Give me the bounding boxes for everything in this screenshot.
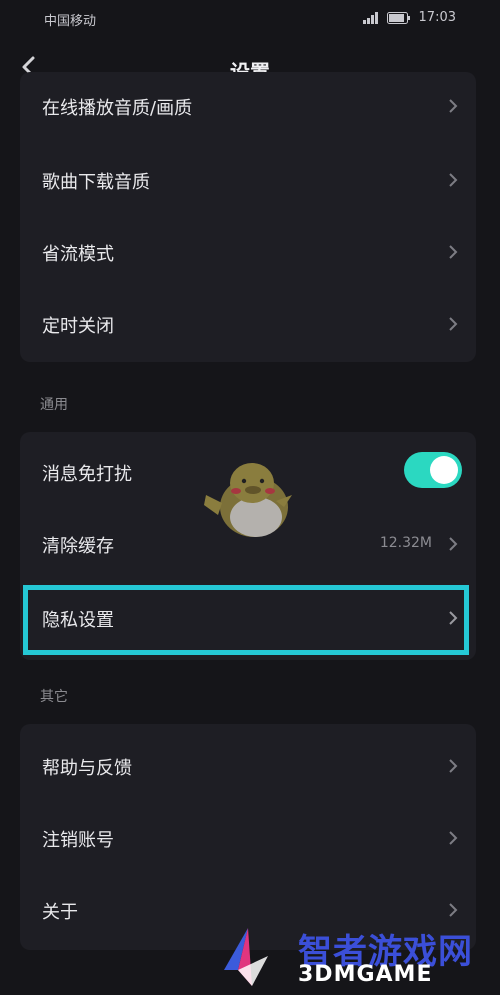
chevron-right-icon <box>449 759 458 773</box>
site-watermark: 智者游戏网 3DMGAME <box>210 918 500 995</box>
settings-row-deactivate-account[interactable]: 注销账号 <box>20 802 476 874</box>
watermark-logo-icon <box>224 928 268 986</box>
other-card: 帮助与反馈 注销账号 关于 <box>20 724 476 950</box>
row-label: 清除缓存 <box>42 536 114 557</box>
row-label: 定时关闭 <box>42 316 114 337</box>
chevron-right-icon <box>449 831 458 845</box>
cache-size-value: 12.32M <box>379 535 432 551</box>
row-label: 歌曲下载音质 <box>42 172 150 193</box>
row-label: 注销账号 <box>42 830 114 851</box>
row-label: 在线播放音质/画质 <box>42 98 193 119</box>
row-label: 消息免打扰 <box>42 464 132 485</box>
playback-card: 在线播放音质/画质 歌曲下载音质 省流模式 定时关闭 <box>20 72 476 362</box>
section-header-other: 其它 <box>40 689 68 705</box>
watermark-subtitle: 3DMGAME <box>298 962 433 987</box>
status-icons: 17:03 <box>362 10 456 25</box>
status-bar: 中国移动 17:03 <box>0 0 500 38</box>
chevron-right-icon <box>449 903 458 917</box>
chevron-right-icon <box>449 173 458 187</box>
settings-row-download-quality[interactable]: 歌曲下载音质 <box>20 144 476 216</box>
dnd-toggle[interactable] <box>404 452 462 488</box>
carrier-label: 中国移动 <box>44 14 97 29</box>
settings-row-data-saver[interactable]: 省流模式 <box>20 216 476 288</box>
battery-icon <box>386 11 410 24</box>
row-label: 省流模式 <box>42 244 114 265</box>
chevron-right-icon <box>449 537 458 551</box>
row-label: 关于 <box>42 902 78 923</box>
row-label: 帮助与反馈 <box>42 758 132 779</box>
chevron-right-icon <box>449 245 458 259</box>
chevron-right-icon <box>449 317 458 331</box>
privacy-highlight-box <box>23 585 469 655</box>
settings-row-sleep-timer[interactable]: 定时关闭 <box>20 288 476 360</box>
settings-row-online-quality[interactable]: 在线播放音质/画质 <box>20 72 476 144</box>
signal-icon <box>362 11 378 24</box>
section-header-general: 通用 <box>40 397 68 413</box>
clock-label: 17:03 <box>418 10 456 25</box>
mascot-image <box>204 463 292 537</box>
settings-row-help-feedback[interactable]: 帮助与反馈 <box>20 730 476 802</box>
toggle-knob <box>430 456 458 484</box>
chevron-right-icon <box>449 99 458 113</box>
